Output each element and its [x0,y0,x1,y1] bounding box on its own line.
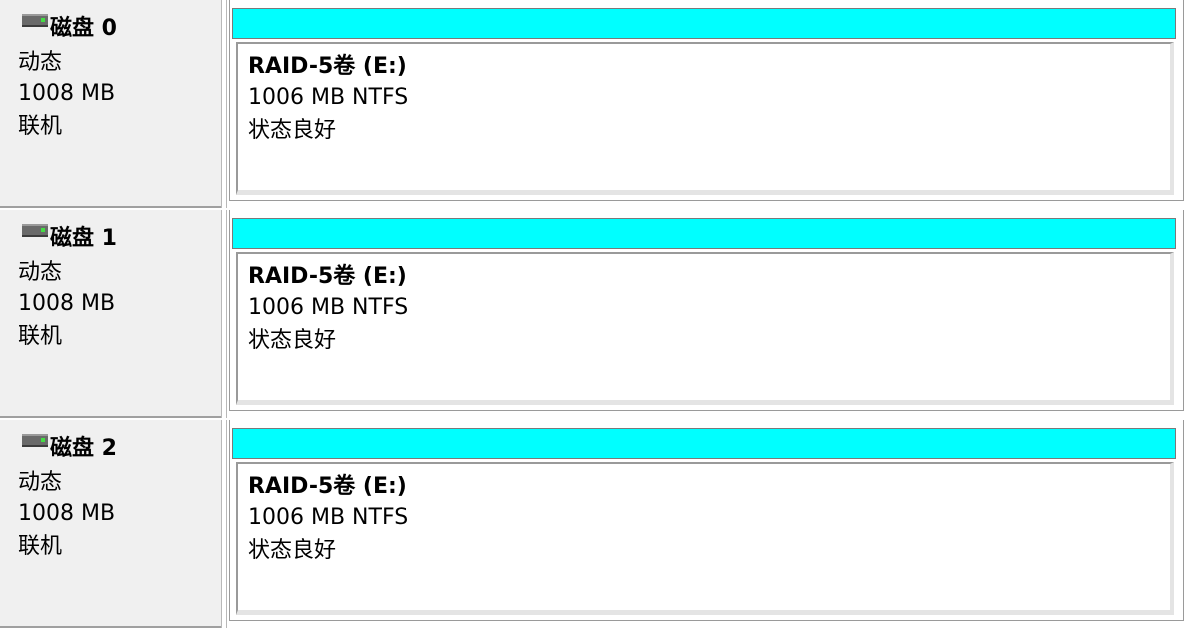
disk-info-panel[interactable]: 磁盘 0 动态 1008 MB 联机 [0,0,221,208]
disk-row-1[interactable]: 磁盘 1 动态 1008 MB 联机 RAID-5卷 (E:) 1006 MB … [0,210,1191,420]
volume-area: RAID-5卷 (E:) 1006 MB NTFS 状态良好 [229,420,1184,621]
disk-row-0[interactable]: 磁盘 0 动态 1008 MB 联机 RAID-5卷 (E:) 1006 MB … [0,0,1191,210]
disk-info-panel[interactable]: 磁盘 1 动态 1008 MB 联机 [0,210,221,418]
volume-name: RAID-5卷 (E:) [248,264,407,289]
volume-area: RAID-5卷 (E:) 1006 MB NTFS 状态良好 [229,0,1184,201]
disk-row-2[interactable]: 磁盘 2 动态 1008 MB 联机 RAID-5卷 (E:) 1006 MB … [0,420,1191,630]
volume-status: 状态良好 [248,328,337,353]
disk-title: 磁盘 2 [22,434,117,464]
volume-size: 1006 MB NTFS [248,295,409,320]
volume-name: RAID-5卷 (E:) [248,474,407,499]
disk-title-label: 磁盘 2 [50,436,117,461]
disk-title: 磁盘 1 [22,224,117,254]
volume-status: 状态良好 [248,538,337,563]
disk-size: 1008 MB [18,81,116,106]
panel-divider [221,420,227,628]
volume-block[interactable]: RAID-5卷 (E:) 1006 MB NTFS 状态良好 [236,42,1174,195]
volume-area: RAID-5卷 (E:) 1006 MB NTFS 状态良好 [229,210,1184,411]
disk-drive-icon [22,224,48,237]
disk-title-label: 磁盘 0 [50,16,117,41]
disk-info-panel[interactable]: 磁盘 2 动态 1008 MB 联机 [0,420,221,628]
disk-type: 动态 [18,470,63,495]
disk-size: 1008 MB [18,501,116,526]
volume-size: 1006 MB NTFS [248,85,409,110]
disk-type: 动态 [18,260,63,285]
disk-drive-icon [22,434,48,447]
panel-divider [221,210,227,418]
disk-drive-icon [22,14,48,27]
disk-status: 联机 [18,114,63,139]
volume-name: RAID-5卷 (E:) [248,54,407,79]
disk-size: 1008 MB [18,291,116,316]
volume-block[interactable]: RAID-5卷 (E:) 1006 MB NTFS 状态良好 [236,462,1174,615]
volume-status: 状态良好 [248,118,337,143]
volume-type-stripe [232,218,1176,249]
volume-type-stripe [232,428,1176,459]
panel-divider [221,0,227,208]
disk-title: 磁盘 0 [22,14,117,44]
volume-size: 1006 MB NTFS [248,505,409,530]
disk-type: 动态 [18,50,63,75]
disk-status: 联机 [18,534,63,559]
volume-type-stripe [232,8,1176,39]
volume-block[interactable]: RAID-5卷 (E:) 1006 MB NTFS 状态良好 [236,252,1174,405]
disk-title-label: 磁盘 1 [50,226,117,251]
disk-status: 联机 [18,324,63,349]
